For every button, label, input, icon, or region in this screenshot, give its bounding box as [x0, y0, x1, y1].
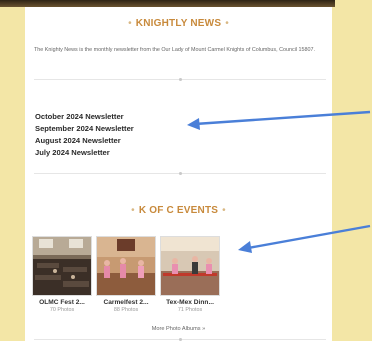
title-dot-right-icon: •: [222, 205, 226, 216]
header-strip: [0, 0, 335, 7]
newsletter-link-october-2024[interactable]: October 2024 Newsletter: [35, 111, 134, 123]
title-dot-right-icon: •: [225, 18, 229, 29]
kofc-events-heading: • K OF C EVENTS •: [25, 205, 332, 216]
album-name[interactable]: OLMC Fest 2...: [32, 299, 92, 306]
album-thumbnail[interactable]: [96, 236, 156, 296]
annotation-arrow-icon: [187, 110, 371, 130]
album-photo-count: 88 Photos: [113, 307, 139, 313]
album-photo-icon: [97, 237, 155, 295]
knightly-news-heading: • KNIGHTLY NEWS •: [25, 18, 332, 29]
knightly-news-title: KNIGHTLY NEWS: [135, 18, 222, 29]
album-name[interactable]: Tex-Mex Dinn...: [160, 299, 220, 306]
divider: [34, 172, 326, 175]
album-photo-count: 71 Photos: [177, 307, 203, 313]
title-dot-left-icon: •: [131, 205, 135, 216]
newsletter-list: October 2024 Newsletter September 2024 N…: [35, 111, 134, 159]
content-panel: • KNIGHTLY NEWS • The Knighty News is the …: [25, 7, 332, 341]
album-thumbnail[interactable]: [160, 236, 220, 296]
photo-album-carmelfest[interactable]: Carmelfest 2... 88 Photos: [96, 236, 156, 313]
newsletter-link-september-2024[interactable]: September 2024 Newsletter: [35, 123, 134, 135]
title-dot-left-icon: •: [128, 18, 132, 29]
photo-album-olmc-fest[interactable]: OLMC Fest 2... 70 Photos: [32, 236, 92, 313]
photo-album-tex-mex-dinner[interactable]: Tex-Mex Dinn... 71 Photos: [160, 236, 220, 313]
more-photo-albums-link[interactable]: More Photo Albums »: [25, 326, 332, 332]
album-photo-icon: [33, 237, 91, 295]
album-thumbnail[interactable]: [32, 236, 92, 296]
kofc-events-title: K OF C EVENTS: [138, 205, 219, 216]
album-name[interactable]: Carmelfest 2...: [96, 299, 156, 306]
divider: [34, 338, 326, 341]
newsletter-description: The Knighty News is the monthly newslett…: [34, 47, 316, 53]
divider: [34, 78, 326, 81]
album-photo-icon: [161, 237, 219, 295]
newsletter-link-july-2024[interactable]: July 2024 Newsletter: [35, 147, 134, 159]
album-photo-count: 70 Photos: [49, 307, 75, 313]
annotation-arrow-icon: [238, 224, 371, 253]
newsletter-link-august-2024[interactable]: August 2024 Newsletter: [35, 135, 134, 147]
